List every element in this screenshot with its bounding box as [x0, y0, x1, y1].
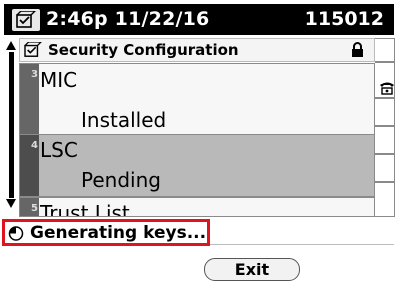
item-label: LSC — [40, 138, 78, 162]
scroll-down-arrow-icon[interactable] — [6, 199, 16, 208]
item-index: 4 — [20, 135, 39, 196]
item-label: Trust List — [40, 201, 130, 217]
exit-softkey-button[interactable]: Exit — [204, 258, 300, 281]
header-extension: 115012 — [304, 8, 384, 30]
header-datetime: 2:46p 11/22/16 — [46, 8, 210, 30]
screen-title: Security Configuration — [48, 41, 239, 59]
line-key-3[interactable] — [375, 98, 395, 126]
phone-screen: 2:46p 11/22/16 115012 Security Configura… — [0, 0, 401, 284]
line-key-4[interactable] — [375, 126, 395, 154]
line-key-5[interactable] — [375, 154, 395, 182]
lock-icon — [352, 42, 363, 57]
status-highlight-box — [2, 219, 210, 246]
scrollbar-track[interactable] — [9, 52, 14, 198]
item-index: 3 — [20, 64, 39, 134]
list-item-mic[interactable]: 3 MIC Installed — [19, 63, 375, 135]
item-label: MIC — [40, 68, 78, 92]
phone-handset-icon — [380, 82, 394, 95]
settings-checklist-icon — [24, 42, 42, 57]
screen-title-bar: Security Configuration — [19, 38, 375, 62]
settings-checklist-icon[interactable] — [12, 9, 40, 31]
list-item-lsc[interactable]: 4 LSC Pending — [19, 134, 375, 197]
scroll-up-arrow-icon[interactable] — [6, 41, 16, 50]
line-key-6[interactable] — [375, 182, 395, 217]
line-key-1[interactable] — [375, 38, 395, 62]
list-item-trust-list[interactable]: 5 Trust List — [19, 197, 375, 217]
item-value: Pending — [81, 168, 161, 192]
header-bar: 2:46p 11/22/16 115012 — [4, 4, 394, 35]
item-value: Installed — [81, 108, 167, 132]
item-index: 5 — [20, 198, 39, 216]
